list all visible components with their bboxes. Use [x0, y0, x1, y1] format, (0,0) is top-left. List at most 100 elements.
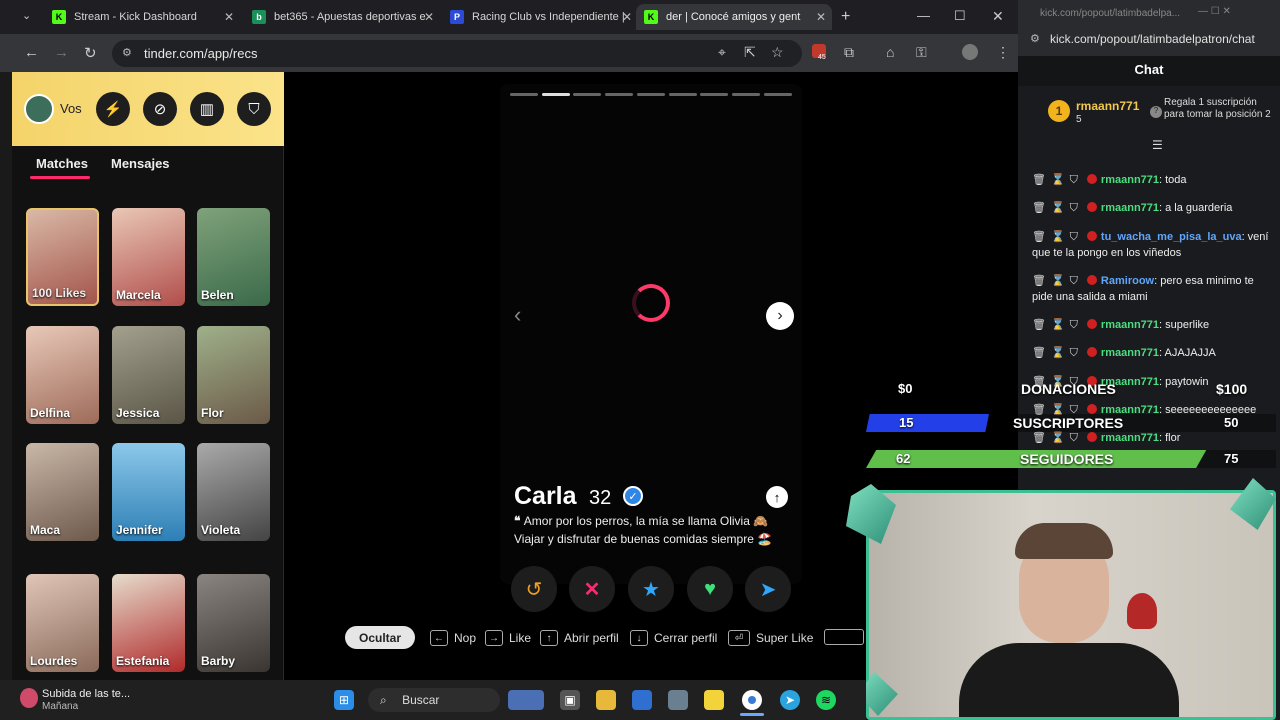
search-label: Buscar: [402, 693, 440, 707]
mod-actions-icon[interactable]: 🗑⌛⛉: [1032, 275, 1083, 287]
forward-icon[interactable]: →: [54, 44, 69, 61]
match-card[interactable]: Lourdes: [26, 574, 99, 672]
like-button[interactable]: ♥: [687, 566, 733, 612]
profile-avatar[interactable]: [962, 44, 978, 60]
match-card[interactable]: Flor: [197, 326, 270, 424]
match-card[interactable]: Marcela: [112, 208, 185, 306]
chat-username[interactable]: tu_wacha_me_pisa_la_uva: [1101, 231, 1242, 243]
match-card[interactable]: Jessica: [112, 326, 185, 424]
profile-label[interactable]: Vos: [60, 101, 82, 116]
chat-username[interactable]: rmaann771: [1101, 174, 1159, 186]
chat-username[interactable]: rmaann771: [1101, 319, 1159, 331]
team-badge-icon: [1086, 319, 1097, 329]
chat-username[interactable]: rmaann771: [1101, 432, 1159, 444]
mod-actions-icon[interactable]: 🗑⌛⛉: [1032, 319, 1083, 331]
pinned-count: 5: [1076, 114, 1082, 125]
tab-bet365[interactable]: b bet365 - Apuestas deportivas e ✕: [244, 4, 440, 30]
calculator-icon[interactable]: [668, 690, 688, 710]
new-tab-icon[interactable]: +: [841, 8, 850, 26]
menu-icon[interactable]: ⋮: [996, 44, 1010, 61]
file-explorer-icon[interactable]: [596, 690, 616, 710]
store-icon[interactable]: [632, 690, 652, 710]
suscriptores-fill: [866, 414, 989, 432]
telegram-icon[interactable]: ➤: [780, 690, 800, 710]
windows-start-icon[interactable]: ⊞: [334, 690, 354, 710]
reload-icon[interactable]: ↻: [84, 44, 97, 62]
mod-actions-icon[interactable]: 🗑⌛⛉: [1032, 174, 1083, 186]
boost-send-button[interactable]: ➤: [745, 566, 791, 612]
site-info-icon[interactable]: ⚙: [122, 40, 132, 67]
match-card[interactable]: Jennifer: [112, 443, 185, 541]
mod-actions-icon[interactable]: 🗑⌛⛉: [1032, 347, 1083, 359]
down-key-icon: ↓: [630, 630, 648, 646]
task-view-icon[interactable]: ▣: [560, 690, 580, 710]
taskbar-search[interactable]: ⌕ Buscar: [368, 688, 500, 712]
cast-icon[interactable]: ⌂: [886, 44, 894, 60]
team-badge-icon: [1086, 275, 1097, 285]
prev-photo-icon[interactable]: ‹: [514, 302, 521, 328]
tab-matches[interactable]: Matches: [36, 156, 88, 171]
match-name: Delfina: [30, 406, 71, 420]
tab-mensajes[interactable]: Mensajes: [111, 156, 170, 171]
install-icon[interactable]: ⇱: [744, 44, 756, 61]
weather-title[interactable]: Subida de las te...: [42, 688, 130, 700]
match-name: Jessica: [116, 406, 160, 420]
back-icon[interactable]: ←: [24, 44, 39, 61]
filter-icon[interactable]: ☰: [1152, 138, 1163, 152]
spotify-icon[interactable]: ≋: [816, 690, 836, 710]
chat-username[interactable]: rmaann771: [1101, 347, 1159, 359]
pinned-user[interactable]: rmaann771: [1076, 99, 1139, 113]
briefcase-icon[interactable]: ▥: [190, 92, 224, 126]
hide-shortcuts-button[interactable]: Ocultar: [345, 626, 415, 649]
close-window-icon[interactable]: ✕: [992, 8, 1004, 25]
site-info-icon[interactable]: ⚙: [1030, 32, 1040, 45]
tab-tinder[interactable]: K der | Conocé amigos y gent ✕: [636, 4, 832, 30]
suscriptores-goal: 50: [1224, 415, 1239, 430]
chrome-icon[interactable]: [742, 690, 762, 710]
bookmark-star-icon[interactable]: ☆: [771, 44, 784, 61]
close-icon[interactable]: ✕: [622, 10, 632, 24]
match-card[interactable]: Delfina: [26, 326, 99, 424]
team-mascot: [1127, 593, 1157, 629]
url-field[interactable]: ⚙ tinder.com/app/recs: [112, 40, 802, 67]
extensions-puzzle-icon[interactable]: ⧉: [844, 44, 854, 61]
explore-compass-icon[interactable]: ⊘: [143, 92, 177, 126]
weather-icon[interactable]: [20, 688, 38, 708]
shield-icon[interactable]: ⛉: [237, 92, 271, 126]
shortcut-abrir: ↑ Abrir perfil: [540, 626, 619, 650]
superlike-button[interactable]: ★: [628, 566, 674, 612]
popout-window-controls[interactable]: — ☐ ✕: [1198, 6, 1231, 17]
chat-username[interactable]: rmaann771: [1101, 202, 1159, 214]
nope-button[interactable]: ✕: [569, 566, 615, 612]
close-icon[interactable]: ✕: [224, 10, 234, 24]
minimize-icon[interactable]: —: [917, 8, 930, 23]
mod-actions-icon[interactable]: 🗑⌛⛉: [1032, 432, 1083, 444]
match-card[interactable]: Estefania: [112, 574, 185, 672]
next-photo-icon[interactable]: ›: [766, 302, 794, 330]
location-icon[interactable]: ⌖: [718, 44, 726, 61]
sticky-notes-icon[interactable]: [704, 690, 724, 710]
close-icon[interactable]: ✕: [816, 10, 826, 24]
boost-icon[interactable]: ⚡: [96, 92, 130, 126]
open-profile-arrow-icon[interactable]: ↑: [766, 486, 788, 508]
match-card[interactable]: Violeta: [197, 443, 270, 541]
mod-actions-icon[interactable]: 🗑⌛⛉: [1032, 231, 1083, 243]
photo-progress-segment: [573, 93, 602, 96]
likes-card[interactable]: 100 Likes: [26, 208, 99, 306]
maximize-icon[interactable]: ☐: [954, 8, 966, 24]
mod-actions-icon[interactable]: 🗑⌛⛉: [1032, 202, 1083, 214]
match-card[interactable]: Maca: [26, 443, 99, 541]
rewind-button[interactable]: ↺: [511, 566, 557, 612]
chat-username[interactable]: Ramiroow: [1101, 275, 1154, 287]
browser-tab-bar: ⌄ K Stream - Kick Dashboard ✕ b bet365 -…: [0, 0, 1018, 34]
match-card[interactable]: Belen: [197, 208, 270, 306]
tab-racing[interactable]: P Racing Club vs Independiente | ✕: [442, 4, 638, 30]
tab-kick-dashboard[interactable]: K Stream - Kick Dashboard ✕: [44, 4, 240, 30]
close-icon[interactable]: ✕: [424, 10, 434, 24]
avatar[interactable]: [24, 94, 54, 124]
tab-search-icon[interactable]: ⌄: [22, 9, 31, 22]
widget-news-icon[interactable]: [508, 690, 544, 710]
search-icon: ⌕: [380, 693, 391, 707]
vpn-icon[interactable]: ⚿: [916, 44, 927, 61]
match-card[interactable]: Barby: [197, 574, 270, 672]
